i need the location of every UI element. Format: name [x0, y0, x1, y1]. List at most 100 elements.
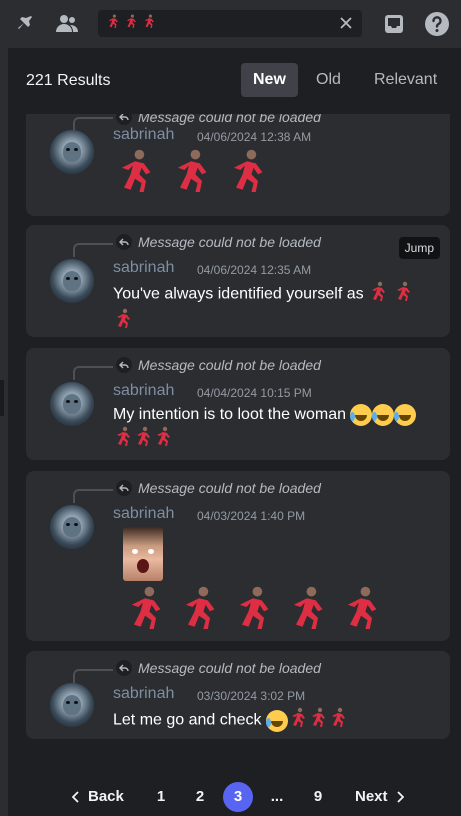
timestamp: 03/30/2024 3:02 PM: [197, 689, 306, 703]
reply-preview: Message could not be loaded: [116, 357, 321, 373]
next-button[interactable]: Next: [355, 782, 404, 812]
message-content: [123, 585, 453, 636]
runner-emoji: [393, 281, 413, 308]
timestamp: 04/04/2024 10:15 PM: [197, 386, 312, 400]
reply-icon: [116, 114, 132, 125]
sort-old-button[interactable]: Old: [304, 63, 353, 97]
username[interactable]: sabrinah: [113, 259, 174, 277]
reply-preview: Message could not be loaded: [116, 480, 321, 496]
search-result-card[interactable]: Message could not be loaded sabrinah 04/…: [26, 114, 450, 216]
avatar[interactable]: [50, 382, 94, 426]
back-button[interactable]: Back: [72, 782, 124, 812]
runner-emoji: [106, 14, 120, 33]
face-sticker-image[interactable]: [123, 527, 163, 581]
username[interactable]: sabrinah: [113, 126, 174, 144]
timestamp: 04/06/2024 12:35 AM: [197, 263, 312, 277]
username[interactable]: sabrinah: [113, 505, 174, 523]
pagination: Back 1 2 3 ... 9 Next: [8, 770, 461, 816]
panel-resize-handle[interactable]: [0, 380, 4, 416]
reply-icon: [116, 357, 132, 373]
search-input[interactable]: [98, 10, 362, 37]
reply-preview: Message could not be loaded: [116, 234, 321, 250]
runner-emoji: [153, 426, 173, 453]
results-count: 221 Results: [26, 72, 111, 89]
reply-connector: [73, 243, 113, 257]
avatar[interactable]: [50, 683, 94, 727]
chevron-left-icon: [72, 791, 79, 803]
laughing-emoji: [266, 709, 288, 732]
sort-new-button[interactable]: New: [241, 63, 298, 97]
runner-emoji: [177, 585, 221, 636]
runner-emoji: [169, 148, 213, 199]
runner-emoji: [308, 707, 328, 734]
runner-emoji: [288, 707, 308, 734]
laughing-emoji: [350, 404, 373, 426]
username[interactable]: sabrinah: [113, 685, 174, 703]
results-list: Message could not be loaded sabrinah 04/…: [8, 114, 461, 746]
reply-text: Message could not be loaded: [138, 114, 321, 125]
search-result-card[interactable]: Message could not be loaded sabrinah 04/…: [26, 471, 450, 641]
message-text: My intention is to loot the woman: [113, 406, 347, 424]
toolbar: [0, 0, 461, 48]
search-query: [106, 14, 156, 33]
avatar[interactable]: [50, 505, 94, 549]
pin-icon[interactable]: [10, 10, 38, 38]
reply-icon: [116, 480, 132, 496]
avatar[interactable]: [50, 130, 94, 174]
reply-connector: [73, 489, 113, 503]
back-label: Back: [88, 788, 124, 805]
reply-connector: [73, 366, 113, 380]
jump-button[interactable]: Jump: [398, 237, 440, 259]
reply-preview: Message could not be loaded: [116, 114, 321, 125]
reply-preview: Message could not be loaded: [116, 660, 321, 676]
inbox-icon[interactable]: [380, 10, 408, 38]
page-2[interactable]: 2: [194, 782, 206, 812]
help-icon[interactable]: [423, 10, 451, 38]
message-text: You've always identified yourself as: [113, 285, 364, 303]
clear-icon[interactable]: [338, 15, 354, 31]
message-text: Let me go and check: [113, 711, 262, 729]
reply-icon: [116, 234, 132, 250]
runner-emoji: [113, 308, 133, 335]
timestamp: 04/06/2024 12:38 AM: [197, 130, 312, 144]
page-1[interactable]: 1: [156, 782, 166, 812]
runner-emoji: [123, 585, 167, 636]
page-ellipsis: ...: [270, 788, 284, 805]
runner-emoji: [124, 14, 138, 33]
reply-icon: [116, 660, 132, 676]
reply-text: Message could not be loaded: [138, 234, 321, 250]
laughing-emoji: [394, 404, 417, 426]
runner-emoji: [328, 707, 348, 734]
reply-connector: [73, 117, 113, 131]
runner-emoji: [225, 148, 269, 199]
left-panel-edge: [0, 48, 8, 816]
sort-relevant-button[interactable]: Relevant: [362, 63, 449, 97]
message-content: Let me go and check: [113, 707, 443, 734]
runner-emoji: [285, 585, 329, 636]
reply-text: Message could not be loaded: [138, 660, 321, 676]
message-content: My intention is to loot the woman: [113, 404, 443, 453]
results-header: 221 Results New Old Relevant: [8, 48, 461, 114]
username[interactable]: sabrinah: [113, 382, 174, 400]
runner-emoji: [142, 14, 156, 33]
reply-text: Message could not be loaded: [138, 480, 321, 496]
runner-emoji: [133, 426, 153, 453]
search-result-card[interactable]: Message could not be loaded sabrinah 03/…: [26, 651, 450, 739]
chevron-right-icon: [396, 791, 404, 803]
next-label: Next: [355, 788, 388, 805]
runner-emoji: [368, 281, 388, 308]
runner-emoji: [339, 585, 383, 636]
page-3-current[interactable]: 3: [223, 782, 253, 812]
page-9[interactable]: 9: [312, 782, 324, 812]
message-content: [113, 148, 443, 199]
avatar[interactable]: [50, 259, 94, 303]
search-result-card[interactable]: Message could not be loaded Jump sabrina…: [26, 225, 450, 337]
reply-text: Message could not be loaded: [138, 357, 321, 373]
search-result-card[interactable]: Message could not be loaded sabrinah 04/…: [26, 348, 450, 460]
runner-emoji: [113, 426, 133, 453]
laughing-emoji: [372, 404, 395, 426]
timestamp: 04/03/2024 1:40 PM: [197, 509, 306, 523]
reply-connector: [73, 669, 113, 683]
message-content: You've always identified yourself as: [113, 281, 443, 335]
members-icon[interactable]: [53, 10, 81, 38]
